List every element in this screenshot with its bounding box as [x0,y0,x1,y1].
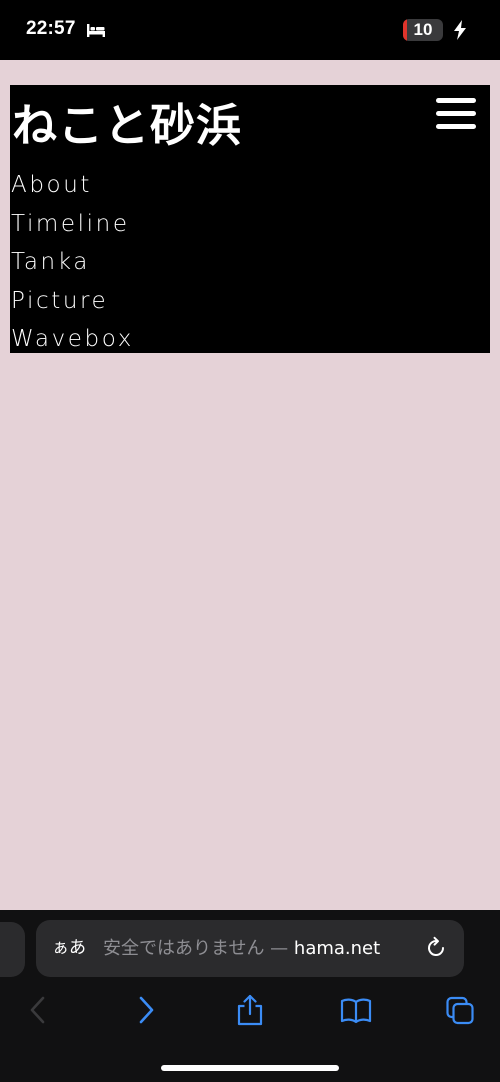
home-indicator[interactable] [161,1065,339,1071]
nav-item-about: About [11,166,134,205]
back-icon[interactable] [23,994,53,1026]
url-domain: hama.net [293,938,381,959]
nav-menu: About Timeline Tanka Picture Wavebox [11,166,134,359]
status-time: 22:57 [26,18,76,39]
site-title[interactable]: ねこと砂浜 [12,93,242,159]
battery-level: 10 [413,20,433,39]
page-settings-button[interactable]: ぁあ [52,920,86,977]
site-header: ねこと砂浜 About Timeline Tanka Picture Waveb… [10,85,490,353]
nav-item-timeline: Timeline [11,205,134,244]
nav-link-picture[interactable]: Picture [11,288,108,314]
nav-item-tanka: Tanka [11,243,134,282]
previous-tab-preview[interactable] [0,922,25,977]
url-security-warning: 安全ではありません — [103,938,294,959]
hamburger-menu-icon[interactable] [436,97,476,131]
nav-item-picture: Picture [11,282,134,321]
reload-icon[interactable] [424,936,448,960]
share-icon[interactable] [235,994,265,1026]
nav-link-wavebox[interactable]: Wavebox [11,326,134,352]
tabs-icon[interactable] [445,994,475,1026]
status-bar: 22:57 10 [0,0,500,60]
bed-icon [87,24,105,37]
charging-bolt-icon [454,20,466,40]
nav-link-about[interactable]: About [11,172,92,198]
url-display[interactable]: 安全ではありません — hama.net [103,920,380,977]
nav-link-timeline[interactable]: Timeline [11,211,130,237]
nav-link-tanka[interactable]: Tanka [11,249,90,275]
bookmarks-icon[interactable] [340,994,372,1026]
forward-icon[interactable] [131,994,161,1026]
browser-bottom-bar: ぁあ 安全ではありません — hama.net [0,910,500,1082]
address-bar[interactable]: ぁあ 安全ではありません — hama.net [36,920,464,977]
battery-indicator: 10 [403,19,443,41]
nav-item-wavebox: Wavebox [11,320,134,359]
